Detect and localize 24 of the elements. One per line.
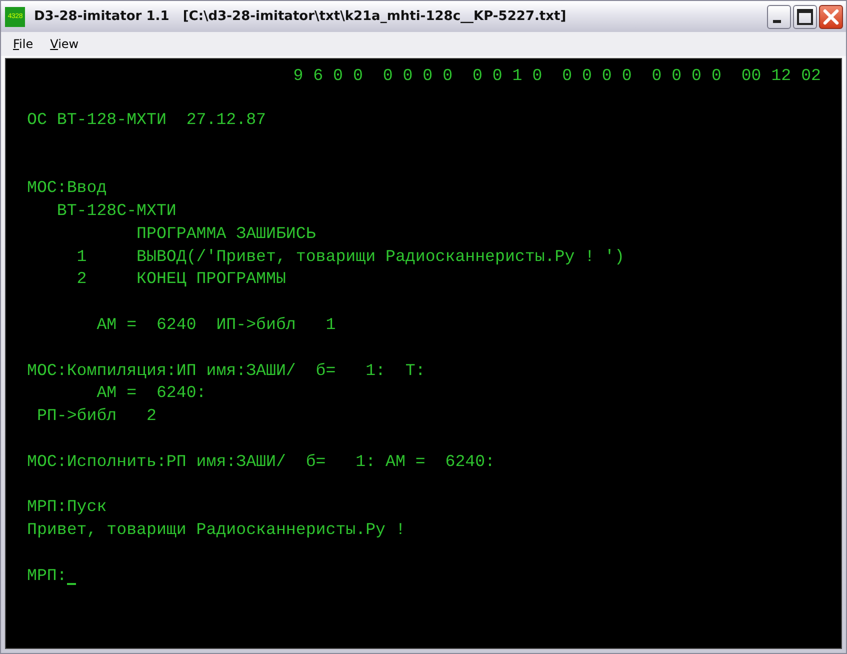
maximize-button[interactable] xyxy=(793,4,817,28)
prompt-text: МРП: xyxy=(27,564,67,587)
terminal-line: АМ = 6240 ИП->библ 1 xyxy=(96,314,336,336)
terminal-line: РП->библ 2 xyxy=(36,405,156,428)
close-icon xyxy=(822,8,840,26)
terminal-line: 1 ВЫВОД(/'Привет, товарищи Радиосканнеристы.Ру ! ') xyxy=(76,246,624,268)
window-title: D3-28-imitator 1.1 [C:\d3-28-imitator\txt\k21a_mhti-128c__KP-5227.txt] xyxy=(34,9,568,24)
menu-item[interactable]: View xyxy=(49,37,80,51)
terminal-line: ПРОГРАММА ЗАШИБИСЬ xyxy=(136,222,316,245)
menu-item[interactable]: File xyxy=(12,37,34,51)
terminal-line: АМ = 6240: xyxy=(96,382,206,404)
terminal-line: Привет, товарищи Радиосканнеристы.Ру ! xyxy=(27,519,406,542)
minimize-icon xyxy=(773,20,781,23)
terminal-line: МОС:Ввод xyxy=(27,177,107,200)
terminal-line: 2 КОНЕЦ ПРОГРАММЫ xyxy=(76,268,286,290)
terminal-line: МОС:Компиляция:ИП имя:ЗАШИ/ б= 1: Т: xyxy=(27,360,426,382)
close-button[interactable] xyxy=(819,4,843,28)
terminal-line: ВТ-128С-МХТИ xyxy=(56,200,176,222)
terminal-line: МРП:Пуск xyxy=(27,496,107,518)
status-line: 9 6 0 0 0 0 0 0 0 0 1 0 0 0 0 0 0 0 0 0 00 12 02 xyxy=(292,65,822,87)
maximize-icon xyxy=(797,8,813,24)
minimize-button[interactable] xyxy=(767,4,791,28)
terminal-line: МОС:Исполнить:РП имя:ЗАШИ/ б= 1: АМ = 6240: xyxy=(27,450,496,473)
terminal-line: ОС ВТ-128-МХТИ 27.12.87 xyxy=(27,108,266,131)
